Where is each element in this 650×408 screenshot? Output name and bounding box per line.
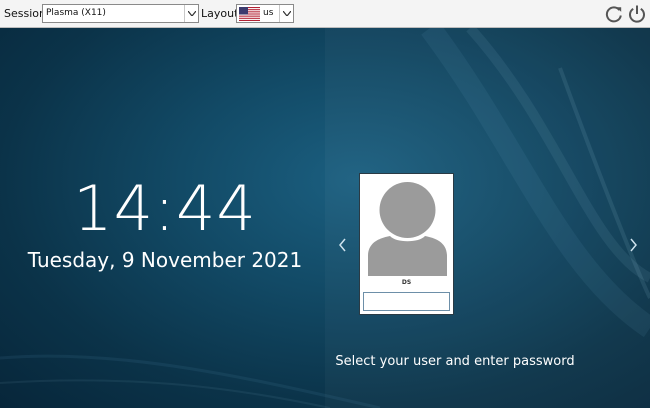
session-select[interactable]: Plasma (X11) [42, 4, 199, 23]
password-field[interactable] [363, 292, 450, 311]
chevron-down-icon [184, 5, 198, 22]
layout-select[interactable]: us [236, 4, 294, 23]
chevron-down-icon [279, 5, 293, 22]
user-avatar-icon [366, 180, 449, 276]
us-flag-icon [239, 7, 260, 21]
user-name: DS [401, 279, 412, 286]
clock-time: 14:44 [73, 172, 257, 245]
login-prompt: Select your user and enter password [335, 354, 575, 369]
chevron-right-icon[interactable] [627, 236, 639, 254]
session-label: Session [4, 7, 46, 20]
top-toolbar: Session Plasma (X11) Layout us [0, 0, 650, 28]
clock-date: Tuesday, 9 November 2021 [27, 248, 303, 272]
user-card[interactable]: DS [359, 173, 454, 315]
reboot-icon[interactable] [604, 4, 624, 24]
power-icon[interactable] [627, 4, 647, 24]
session-select-value: Plasma (X11) [46, 8, 106, 18]
layout-label: Layout [201, 7, 239, 20]
chevron-left-icon[interactable] [337, 236, 349, 254]
layout-select-value: us [263, 8, 274, 18]
